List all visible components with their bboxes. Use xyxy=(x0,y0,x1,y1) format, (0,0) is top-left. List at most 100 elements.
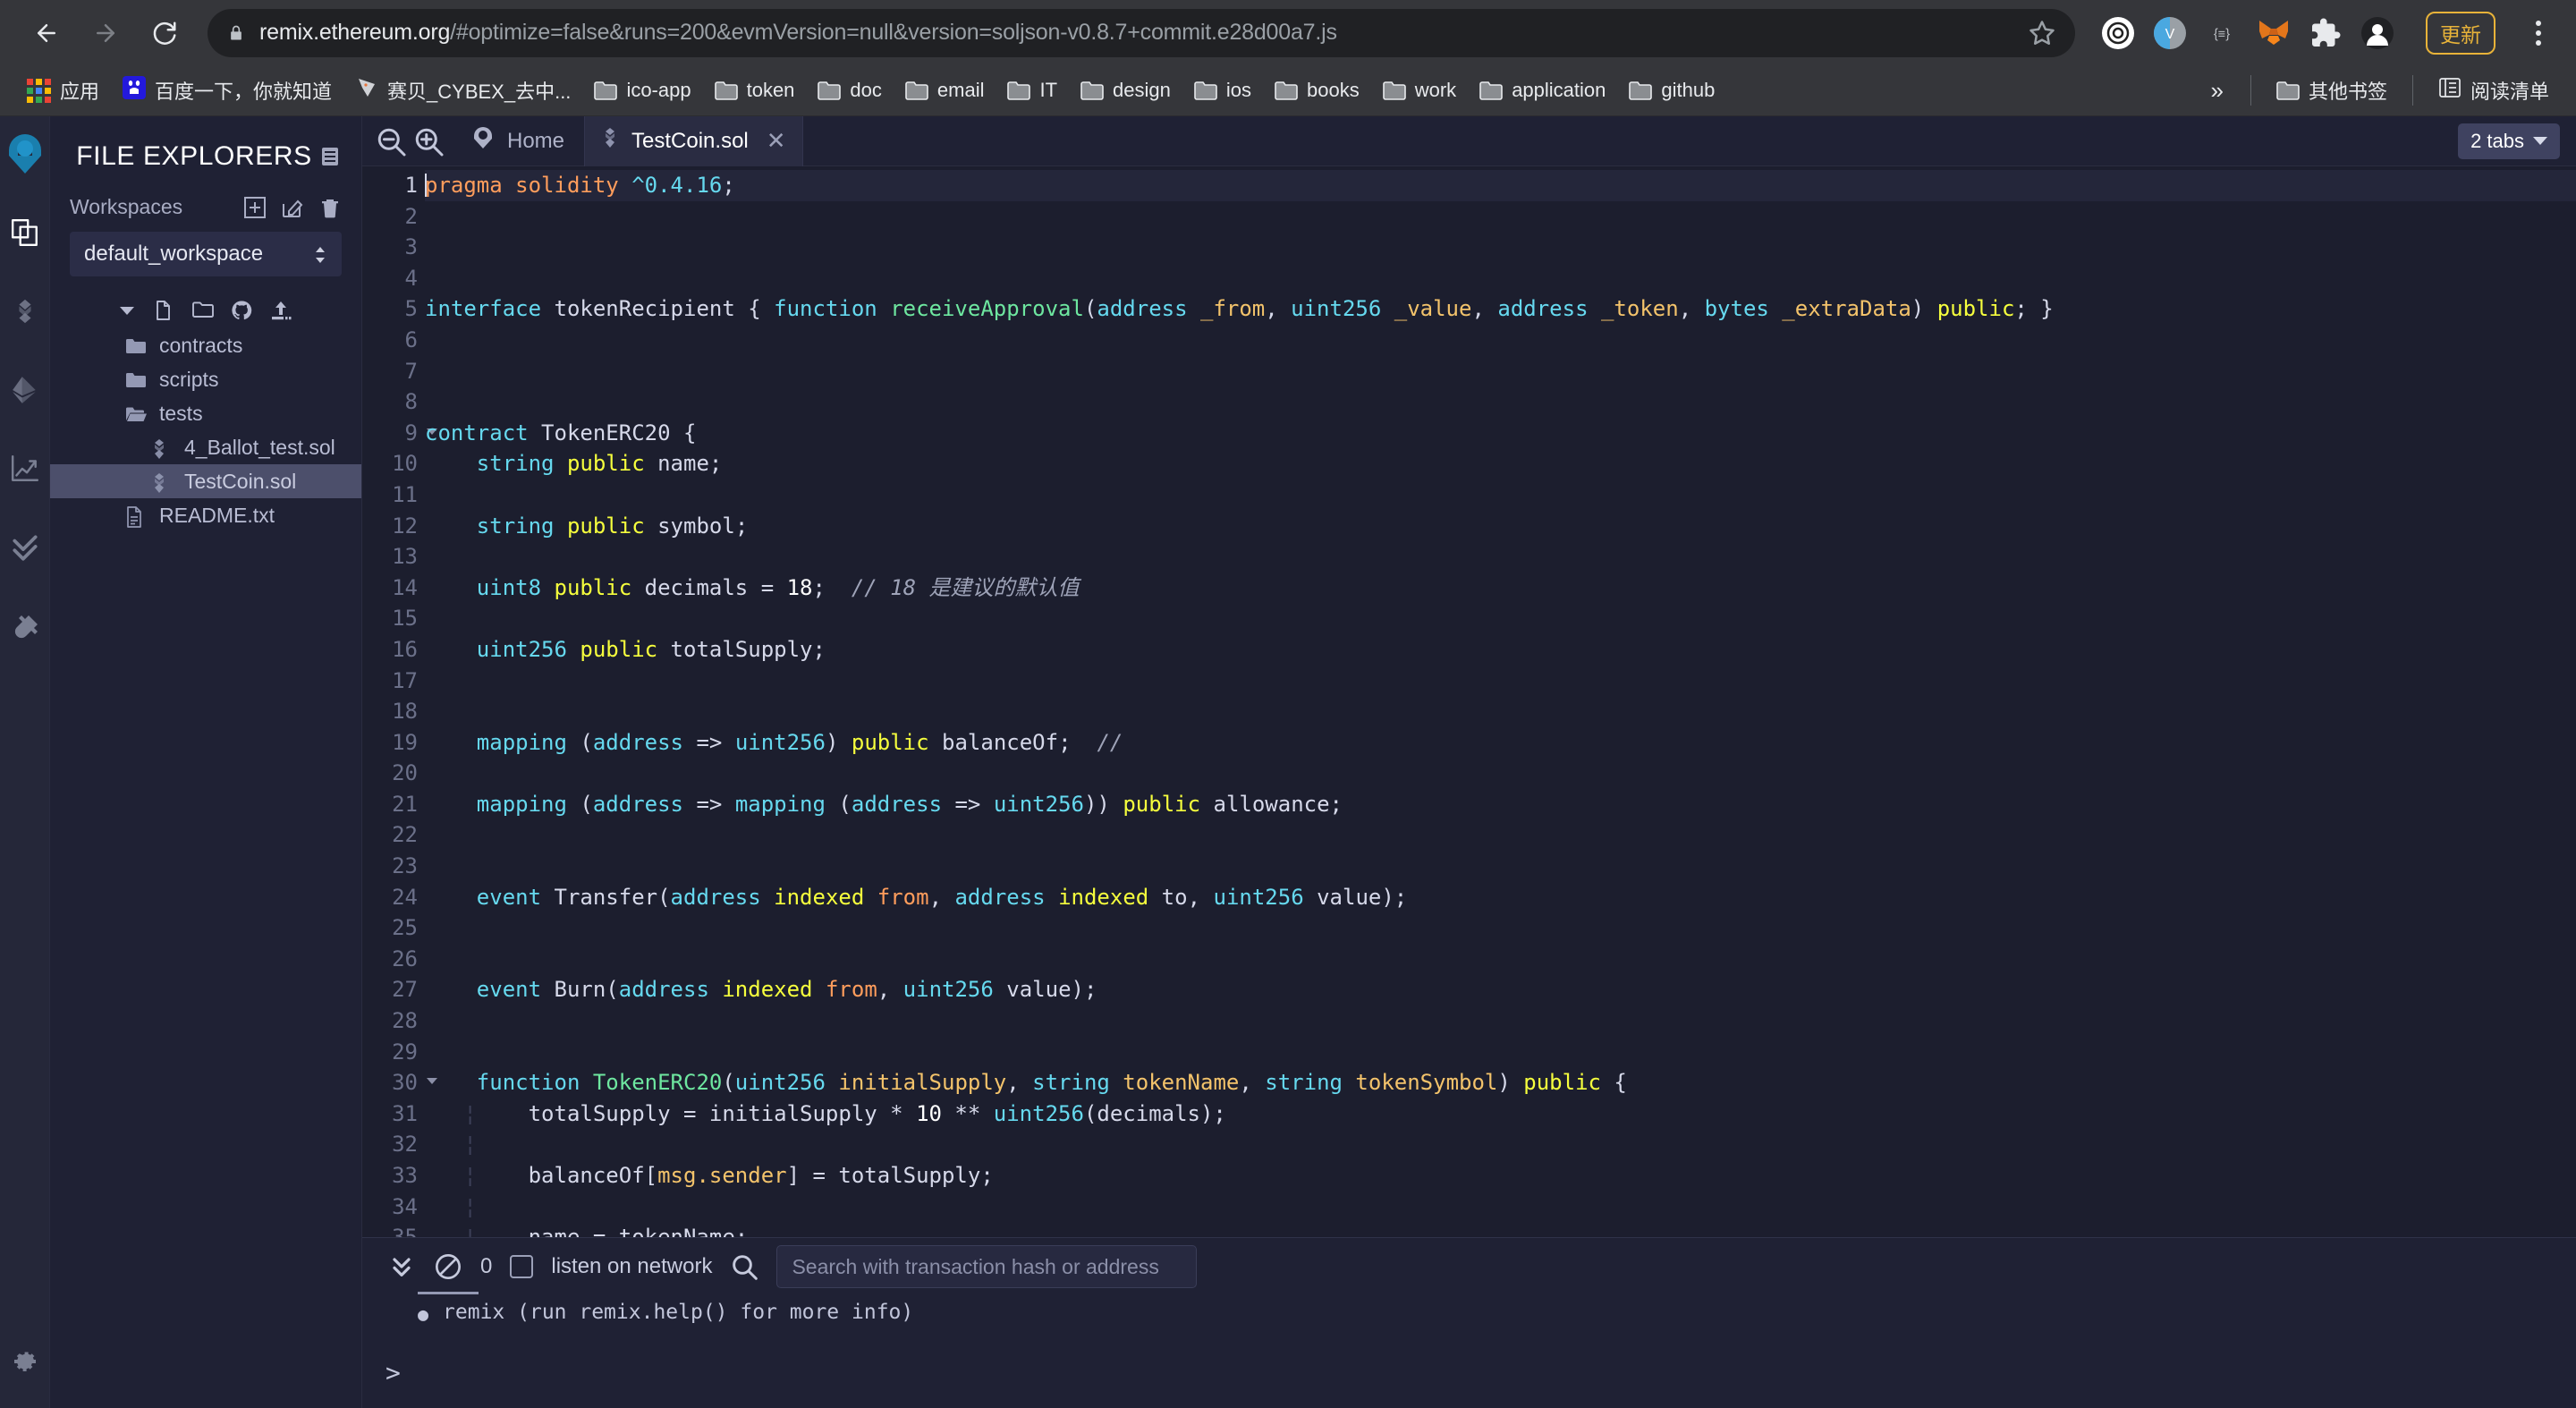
sidebar-item-solidity-analyzers[interactable] xyxy=(2,445,48,492)
code-token: name xyxy=(644,451,709,477)
trash-icon[interactable] xyxy=(318,196,342,219)
sidebar-item-solidity-unit-testing[interactable] xyxy=(2,524,48,571)
tree-item-contracts[interactable]: contracts xyxy=(50,328,361,362)
code-token: pragma xyxy=(425,173,503,198)
code-editor[interactable]: 1 2 3 4 5 6 7 8 9 10 11 12 13 14 15 16 17 18 19 20 21 22 23 24 2… xyxy=(362,166,2576,1237)
back-button[interactable] xyxy=(20,6,73,60)
bookmark-folder-design[interactable]: design xyxy=(1070,72,1182,109)
eyeo-extension-icon[interactable] xyxy=(2100,15,2136,51)
workspace-select[interactable]: default_workspace xyxy=(70,232,342,276)
folder-icon xyxy=(818,81,842,100)
reading-list-button[interactable]: 阅读清单 xyxy=(2428,72,2560,109)
bookmark-folder-email[interactable]: email xyxy=(894,72,996,109)
transaction-search-input[interactable]: Search with transaction hash or address xyxy=(776,1245,1198,1288)
tree-item-testcoin-sol[interactable]: TestCoin.sol xyxy=(50,464,361,498)
bookmark-folder-token[interactable]: token xyxy=(704,72,806,109)
code-token: event xyxy=(476,977,542,1003)
search-icon[interactable] xyxy=(730,1252,758,1281)
terminal-output[interactable]: ● remix (run remix.help() for more info)… xyxy=(362,1292,2576,1408)
address-bar[interactable]: remix.ethereum.org/#optimize=false&runs=… xyxy=(208,8,2075,57)
code-token: , xyxy=(1678,296,1705,322)
profile-avatar-icon[interactable] xyxy=(2360,15,2395,51)
pencil-square-icon[interactable] xyxy=(281,196,304,219)
file-tree-toolbar xyxy=(50,296,361,328)
tree-item-readme-txt[interactable]: README.txt xyxy=(50,498,361,532)
bookmark-folder-ios[interactable]: ios xyxy=(1183,72,1262,109)
folder-icon xyxy=(1194,81,1217,100)
bookmark-folder-books[interactable]: books xyxy=(1264,72,1370,109)
sidebar-item-solidity-compiler[interactable] xyxy=(2,288,48,335)
bookmark-apps[interactable]: 应用 xyxy=(16,72,110,109)
sidebar-item-deploy-run-transactions[interactable] xyxy=(2,367,48,413)
line-number: 26 xyxy=(392,946,418,971)
divider xyxy=(2411,75,2413,106)
line-number: 13 xyxy=(392,544,418,570)
tab-home[interactable]: Home xyxy=(450,116,584,166)
upload-icon[interactable] xyxy=(270,300,292,321)
bookmark-cybex[interactable]: 赛贝_CYBEX_去中... xyxy=(344,72,581,109)
zotero-extension-icon[interactable]: V xyxy=(2152,15,2188,51)
code-token: TokenERC20 { xyxy=(528,420,697,445)
tab-home-label: Home xyxy=(507,128,565,153)
json-viewer-extension-icon[interactable]: {≡} xyxy=(2204,15,2240,51)
line-number: 2 xyxy=(404,203,418,229)
chevrons-down-icon[interactable] xyxy=(387,1252,416,1281)
workspace-value: default_workspace xyxy=(84,242,264,266)
panel-menu-icon[interactable] xyxy=(318,145,342,168)
bookmark-folder-work[interactable]: work xyxy=(1372,72,1467,109)
code-line: ¦ xyxy=(425,1129,2576,1160)
code-token: receiveApproval xyxy=(890,296,1084,322)
bookmark-folder-doc[interactable]: doc xyxy=(807,72,892,109)
sidebar-item-settings[interactable] xyxy=(2,1338,48,1385)
bookmarks-overflow-button[interactable]: » xyxy=(2199,77,2236,105)
bookmark-star-icon[interactable] xyxy=(2029,20,2055,47)
puzzle-extensions-icon[interactable] xyxy=(2308,15,2343,51)
tree-item-4-ballot-test-sol[interactable]: 4_Ballot_test.sol xyxy=(50,430,361,464)
bookmark-baidu[interactable]: 百度一下，你就知道 xyxy=(112,72,343,109)
bookmark-folder-ico-app[interactable]: ico-app xyxy=(583,72,701,109)
folder-open-icon xyxy=(125,404,147,422)
code-token: ( xyxy=(1083,296,1097,322)
other-bookmarks-button[interactable]: 其他书签 xyxy=(2266,72,2398,109)
code-token: 18 xyxy=(786,574,813,600)
bookmark-folder-it[interactable]: IT xyxy=(996,72,1068,109)
folder-icon xyxy=(125,336,147,354)
chevron-down-icon[interactable] xyxy=(120,306,134,315)
bookmark-folder-github[interactable]: github xyxy=(1618,72,1725,109)
code-content[interactable]: pragma solidity ^0.4.16; interface token… xyxy=(425,166,2576,1237)
reload-button[interactable] xyxy=(138,6,191,60)
reading-list-label: 阅读清单 xyxy=(2470,81,2549,103)
tabs-count-dropdown[interactable]: 2 tabs xyxy=(2458,123,2560,159)
code-token: initialSupply xyxy=(825,1070,1007,1096)
update-button[interactable]: 更新 xyxy=(2426,11,2496,55)
browser-menu-button[interactable] xyxy=(2521,12,2556,55)
sidebar-item-file-explorers[interactable] xyxy=(2,209,48,256)
baidu-icon xyxy=(123,76,147,105)
line-number: 25 xyxy=(392,915,418,941)
github-icon[interactable] xyxy=(231,300,252,321)
forward-button[interactable] xyxy=(79,6,132,60)
solidity-file-icon xyxy=(150,472,172,493)
sidebar-item-plugin-manager[interactable] xyxy=(2,603,48,649)
terminal-prompt[interactable]: > xyxy=(362,1358,2576,1387)
plus-square-icon[interactable] xyxy=(243,196,267,219)
ban-icon[interactable] xyxy=(434,1252,462,1281)
new-file-icon[interactable] xyxy=(152,300,174,321)
bookmark-folder-application[interactable]: application xyxy=(1469,72,1616,109)
close-icon[interactable]: ✕ xyxy=(767,127,786,155)
code-token: , xyxy=(1187,884,1214,910)
code-token: , xyxy=(1265,296,1292,322)
metamask-extension-icon[interactable] xyxy=(2256,15,2292,51)
listen-on-network-checkbox[interactable] xyxy=(510,1255,534,1278)
zoom-in-icon[interactable] xyxy=(412,125,445,157)
zoom-out-icon[interactable] xyxy=(375,125,407,157)
tree-item-scripts[interactable]: scripts xyxy=(50,362,361,396)
tree-item-tests[interactable]: tests xyxy=(50,396,361,430)
tab-testcoin-sol[interactable]: TestCoin.sol ✕ xyxy=(584,116,803,166)
bookmark-label: design xyxy=(1113,79,1171,101)
new-folder-icon[interactable] xyxy=(191,300,214,321)
